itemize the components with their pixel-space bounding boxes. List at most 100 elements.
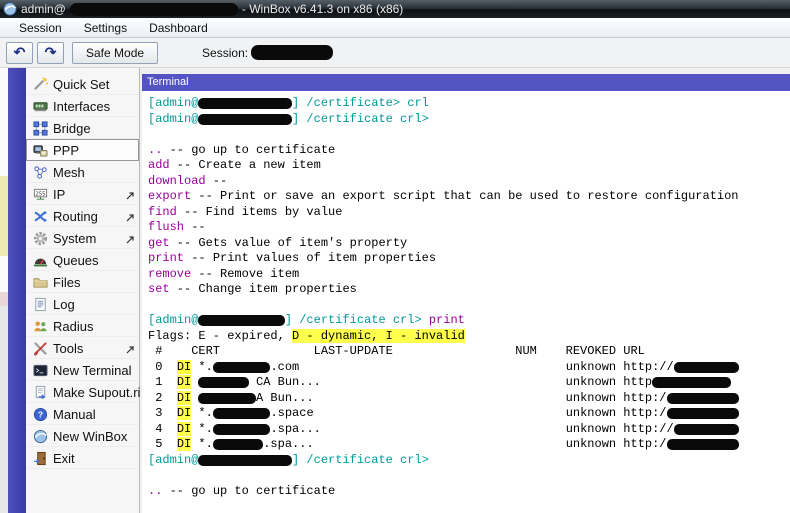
redaction-block [198, 315, 285, 327]
svg-text:255: 255 [35, 191, 45, 197]
redo-button[interactable]: ↷ [37, 41, 64, 64]
terminal-text: A Bun... [256, 390, 314, 405]
sidebar-item-label: Radius [53, 318, 94, 334]
sidebar-item-label: PPP [53, 142, 80, 158]
sidebar-item-system[interactable]: System [26, 227, 139, 249]
terminal-text: DI [176, 375, 192, 389]
sidebar-item-queues[interactable]: Queues [26, 249, 139, 271]
terminal-line: download -- [148, 174, 790, 190]
safe-mode-button[interactable]: Safe Mode [72, 41, 159, 64]
redaction-block [666, 392, 739, 404]
terminal-text: 1 [148, 375, 177, 389]
sidebar-item-label: Log [53, 296, 75, 312]
sidebar-item-files[interactable]: Files [26, 271, 139, 293]
terminal-text: [admin@ [148, 96, 199, 110]
log-icon [32, 296, 48, 312]
terminal-text: -- Print or save an export script that c… [191, 189, 739, 203]
terminal-line: [admin@ ] /certificate> crl [148, 96, 790, 112]
terminal-text: 4 [148, 421, 177, 436]
terminal-content[interactable]: [admin@ ] /certificate> crl [admin@ ] /cert… [142, 91, 790, 513]
sidebar-item-radius[interactable]: Radius [26, 315, 139, 337]
sidebar-menu: Quick Set Interfaces Bridge PPP Mesh 255 IP Rou… [26, 68, 144, 513]
sidebar-item-label: New Terminal [53, 362, 132, 378]
window-title-prefix: admin@ [21, 2, 66, 16]
sidebar-item-label: Exit [53, 450, 75, 466]
menu-item-settings[interactable]: Settings [73, 19, 138, 37]
redaction-block [666, 439, 739, 451]
sidebar-item-new-terminal[interactable]: New Terminal [26, 359, 139, 381]
sidebar-item-bridge[interactable]: Bridge [26, 117, 139, 139]
terminal-text: 3 [148, 406, 177, 420]
sidebar-item-mesh[interactable]: Mesh [26, 161, 139, 183]
terminal-line: 3 DI *. .space unknown http:/ [148, 406, 790, 422]
bridge-icon [32, 120, 48, 136]
terminal-text: -- go up to certificate [162, 483, 336, 498]
background-window-sliver [0, 68, 8, 513]
terminal-text: DI [176, 421, 192, 436]
redaction-block [212, 408, 271, 420]
menu-item-session[interactable]: Session [8, 19, 73, 37]
terminal-line: 4 DI *. .spa... unknown http:// [148, 421, 790, 438]
terminal-panel: Terminal [admin@] /certificate> crl [admi… [140, 68, 790, 513]
sidebar-item-interfaces[interactable]: Interfaces [26, 95, 139, 117]
sidebar-item-log[interactable]: Log [26, 293, 139, 315]
terminal-line: 1 DI CA Bun... unknown http [148, 375, 790, 391]
redaction-block [652, 377, 732, 389]
sidebar-item-new-winbox[interactable]: New WinBox [26, 425, 139, 447]
terminal-line: export -- Print or save an export script… [148, 189, 790, 205]
terminal-line: set -- Change item properties [148, 282, 790, 298]
sidebar-item-routing[interactable]: Routing [26, 205, 139, 227]
terminal-text: get [148, 235, 170, 250]
sidebar-item-label: System [53, 230, 97, 246]
sidebar-item-label: New WinBox [53, 428, 128, 444]
sidebar-item-tools[interactable]: Tools [26, 337, 139, 359]
terminal-line: add -- Create a new item [148, 158, 790, 174]
winbox-icon [32, 428, 48, 444]
sidebar-item-label: Manual [53, 406, 96, 422]
terminal-text: .com [270, 359, 300, 374]
terminal-text: -- Change item properties [169, 282, 357, 296]
terminal-text: DI [176, 390, 192, 405]
background-sliver-yellow [0, 176, 8, 256]
undo-button[interactable]: ↶ [6, 41, 33, 64]
sidebar-item-make-supout-rif[interactable]: Make Supout.rif [26, 381, 144, 403]
sidebar-item-quick-set[interactable]: Quick Set [26, 73, 139, 95]
system-icon [32, 230, 48, 246]
sidebar-item-ppp[interactable]: PPP [26, 139, 139, 161]
redaction-block [198, 113, 293, 125]
main-area: Quick Set Interfaces Bridge PPP Mesh 255 IP Rou… [0, 68, 790, 513]
submenu-arrow-icon [125, 343, 135, 354]
terminal-text: ] /certificate crl> [292, 452, 429, 467]
terminal-text: # CERT [148, 344, 221, 358]
session-field[interactable] [251, 45, 334, 60]
terminal-text: ] /certificate> crl [292, 96, 429, 110]
terminal-line: 2 DI A Bun... unknown http:/ [148, 390, 790, 407]
background-sliver-pink [0, 292, 8, 306]
sidebar-item-label: Interfaces [53, 98, 111, 114]
exit-icon [32, 450, 48, 466]
redaction-block [212, 439, 264, 451]
terminal-text: D - dynamic, I - invalid [292, 328, 465, 343]
terminal-text: [admin@ [148, 111, 199, 126]
window-title-suffix: - WinBox v6.41.3 on x86 (x86) [241, 2, 404, 16]
sidebar-item-label: Routing [53, 208, 98, 224]
window-titlebar: admin@ - WinBox v6.41.3 on x86 (x86) [0, 0, 790, 18]
sidebar-item-ip[interactable]: 255 IP [26, 183, 139, 205]
terminal-text: *. [191, 437, 213, 451]
terminal-text: -- Remove item [191, 266, 300, 281]
sidebar-item-label: Quick Set [53, 76, 110, 92]
terminal-line: flush -- [148, 220, 790, 236]
terminal-line: get -- Gets value of item's property [148, 236, 790, 252]
sidebar-item-exit[interactable]: Exit [26, 447, 139, 469]
terminal-line: 0 DI *. .com unknown http:// [148, 359, 790, 376]
redaction-block [212, 423, 271, 435]
terminal-text: .. [148, 142, 163, 157]
menu-item-dashboard[interactable]: Dashboard [138, 19, 219, 37]
terminal-text: .spa... [263, 437, 314, 451]
winbox-app-icon [3, 2, 17, 16]
terminal-text: find [148, 204, 177, 219]
terminal-text: 0 [148, 359, 177, 374]
sidebar-item-manual[interactable]: ? Manual [26, 403, 139, 425]
